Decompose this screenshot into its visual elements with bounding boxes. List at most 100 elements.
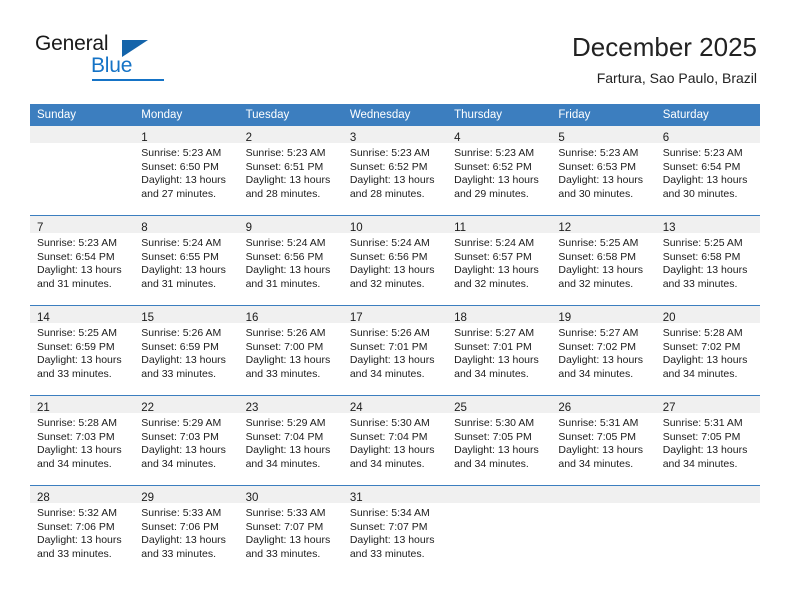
day-cell-body: 16 Sunrise: 5:26 AM Sunset: 7:00 PM Dayligh…: [238, 306, 343, 395]
calendar-day-cell[interactable]: 16 Sunrise: 5:26 AM Sunset: 7:00 PM Dayligh…: [238, 305, 343, 396]
day-number: 15: [141, 312, 155, 324]
calendar-day-cell[interactable]: 28 Sunrise: 5:32 AM Sunset: 7:06 PM Dayligh…: [30, 485, 135, 575]
day-number-band: 8: [134, 216, 239, 234]
daylight-duration-line2: and 33 minutes.: [37, 367, 112, 380]
day-sun-info: Sunrise: 5:30 AM Sunset: 7:04 PM Daylight:…: [343, 413, 447, 471]
daylight-duration-line1: Daylight: 13 hours: [245, 444, 331, 457]
sunrise-time: Sunrise: 5:30 AM: [454, 417, 535, 429]
calendar-day-cell[interactable]: 5 Sunrise: 5:23 AM Sunset: 6:53 PM Daylight…: [551, 126, 656, 216]
calendar-day-cell[interactable]: 25 Sunrise: 5:30 AM Sunset: 7:05 PM Dayligh…: [447, 395, 552, 486]
day-number-band: 30: [238, 486, 343, 504]
day-cell-body: 26 Sunrise: 5:31 AM Sunset: 7:05 PM Dayligh…: [551, 396, 656, 485]
calendar-day-cell[interactable]: 11 Sunrise: 5:24 AM Sunset: 6:57 PM Dayligh…: [447, 215, 552, 306]
daylight-duration-line1: Daylight: 13 hours: [454, 444, 539, 457]
day-number-band: 21: [30, 396, 135, 414]
calendar-day-cell[interactable]: 29 Sunrise: 5:33 AM Sunset: 7:06 PM Dayligh…: [134, 485, 239, 575]
day-number-band: 7: [30, 216, 135, 234]
day-number-band: 24: [342, 396, 448, 414]
day-number: 4: [454, 132, 461, 144]
calendar-day-cell[interactable]: 12 Sunrise: 5:25 AM Sunset: 6:58 PM Dayligh…: [551, 215, 656, 306]
calendar-week-row: 7 Sunrise: 5:23 AM Sunset: 6:54 PM Daylight…: [30, 215, 760, 306]
daylight-duration-line1: Daylight: 13 hours: [37, 354, 122, 367]
calendar-day-cell[interactable]: 13 Sunrise: 5:25 AM Sunset: 6:58 PM Dayligh…: [655, 215, 760, 306]
page-subtitle: Fartura, Sao Paulo, Brazil: [596, 70, 757, 86]
calendar-day-cell[interactable]: 31 Sunrise: 5:34 AM Sunset: 7:07 PM Dayligh…: [342, 485, 448, 575]
calendar-day-cell[interactable]: 15 Sunrise: 5:26 AM Sunset: 6:59 PM Dayligh…: [134, 305, 239, 396]
day-sun-info: Sunrise: 5:26 AM Sunset: 6:59 PM Daylight:…: [134, 323, 238, 381]
calendar-day-cell: [447, 485, 552, 575]
calendar-day-cell[interactable]: 20 Sunrise: 5:28 AM Sunset: 7:02 PM Dayligh…: [655, 305, 760, 396]
day-sun-info: Sunrise: 5:25 AM Sunset: 6:58 PM Daylight:…: [656, 233, 760, 291]
calendar-day-cell[interactable]: 2 Sunrise: 5:23 AM Sunset: 6:51 PM Daylight…: [238, 126, 343, 216]
day-number-band: 17: [342, 306, 448, 324]
day-cell-body: 12 Sunrise: 5:25 AM Sunset: 6:58 PM Dayligh…: [551, 216, 656, 305]
calendar-day-cell[interactable]: 17 Sunrise: 5:26 AM Sunset: 7:01 PM Dayligh…: [342, 305, 448, 396]
sunset-time: Sunset: 7:02 PM: [558, 340, 637, 353]
calendar-day-cell[interactable]: 18 Sunrise: 5:27 AM Sunset: 7:01 PM Dayligh…: [447, 305, 552, 396]
day-cell-body: 24 Sunrise: 5:30 AM Sunset: 7:04 PM Dayligh…: [342, 396, 448, 485]
day-number: 18: [454, 312, 467, 324]
day-cell-body: [447, 486, 552, 575]
day-sun-info: Sunrise: 5:23 AM Sunset: 6:53 PM Daylight:…: [551, 143, 655, 201]
day-cell-body: 5 Sunrise: 5:23 AM Sunset: 6:53 PM Daylight…: [551, 126, 656, 215]
day-number: 24: [349, 402, 363, 414]
calendar-day-cell[interactable]: 27 Sunrise: 5:31 AM Sunset: 7:05 PM Dayligh…: [655, 395, 760, 486]
calendar-day-cell[interactable]: 10 Sunrise: 5:24 AM Sunset: 6:56 PM Dayligh…: [342, 215, 448, 306]
calendar-week-row: 28 Sunrise: 5:32 AM Sunset: 7:06 PM Dayligh…: [30, 485, 760, 575]
day-cell-body: 15 Sunrise: 5:26 AM Sunset: 6:59 PM Dayligh…: [134, 306, 239, 395]
general-blue-logo[interactable]: General Blue: [35, 32, 235, 90]
daylight-duration-line2: and 28 minutes.: [349, 187, 425, 200]
day-sun-info: Sunrise: 5:26 AM Sunset: 7:01 PM Daylight:…: [343, 323, 447, 381]
daylight-duration-line1: Daylight: 13 hours: [349, 354, 435, 367]
daylight-duration-line1: Daylight: 13 hours: [349, 534, 435, 547]
day-sun-info: Sunrise: 5:29 AM Sunset: 7:03 PM Daylight:…: [134, 413, 238, 471]
daylight-duration-line1: Daylight: 13 hours: [245, 174, 331, 187]
sunset-time: Sunset: 6:54 PM: [37, 250, 115, 263]
daylight-duration-line1: Daylight: 13 hours: [454, 174, 539, 187]
day-number: 12: [558, 222, 572, 234]
calendar-day-cell[interactable]: 4 Sunrise: 5:23 AM Sunset: 6:52 PM Daylight…: [447, 126, 552, 216]
day-cell-body: 31 Sunrise: 5:34 AM Sunset: 7:07 PM Dayligh…: [342, 486, 448, 575]
calendar-day-cell[interactable]: 19 Sunrise: 5:27 AM Sunset: 7:02 PM Dayligh…: [551, 305, 656, 396]
day-number: 8: [141, 222, 148, 234]
calendar-day-cell[interactable]: 8 Sunrise: 5:24 AM Sunset: 6:55 PM Daylight…: [134, 215, 239, 306]
calendar-day-cell[interactable]: 6 Sunrise: 5:23 AM Sunset: 6:54 PM Daylight…: [655, 126, 760, 216]
calendar-day-cell[interactable]: 9 Sunrise: 5:24 AM Sunset: 6:56 PM Daylight…: [238, 215, 343, 306]
calendar-day-cell[interactable]: 7 Sunrise: 5:23 AM Sunset: 6:54 PM Daylight…: [30, 215, 135, 306]
day-cell-body: 6 Sunrise: 5:23 AM Sunset: 6:54 PM Daylight…: [655, 126, 760, 215]
day-number: 30: [245, 492, 259, 504]
daylight-duration-line1: Daylight: 13 hours: [349, 444, 435, 457]
day-number: 11: [454, 222, 467, 234]
day-number-band: 19: [551, 306, 656, 324]
sunrise-time: Sunrise: 5:28 AM: [662, 327, 743, 339]
sunrise-time: Sunrise: 5:23 AM: [141, 147, 222, 159]
calendar-day-cell[interactable]: 1 Sunrise: 5:23 AM Sunset: 6:50 PM Daylight…: [134, 126, 239, 216]
sunset-time: Sunset: 7:04 PM: [245, 430, 324, 443]
daylight-duration-line1: Daylight: 13 hours: [37, 534, 122, 547]
day-number-band: [551, 486, 656, 503]
day-number: 22: [141, 402, 155, 414]
day-number-band: 23: [238, 396, 343, 414]
day-sun-info: [447, 503, 551, 507]
daylight-duration-line1: Daylight: 13 hours: [558, 174, 644, 187]
day-cell-body: [655, 486, 760, 575]
calendar-day-cell[interactable]: 26 Sunrise: 5:31 AM Sunset: 7:05 PM Dayligh…: [551, 395, 656, 486]
sunset-time: Sunset: 7:04 PM: [349, 430, 428, 443]
sunset-time: Sunset: 7:02 PM: [662, 340, 741, 353]
day-cell-body: 3 Sunrise: 5:23 AM Sunset: 6:52 PM Daylight…: [342, 126, 448, 215]
sunrise-time: Sunrise: 5:30 AM: [349, 417, 430, 429]
daylight-duration-line2: and 34 minutes.: [349, 367, 425, 380]
day-sun-info: Sunrise: 5:25 AM Sunset: 6:59 PM Daylight:…: [30, 323, 134, 381]
calendar-day-cell[interactable]: 3 Sunrise: 5:23 AM Sunset: 6:52 PM Daylight…: [342, 126, 448, 216]
calendar-day-cell[interactable]: 24 Sunrise: 5:30 AM Sunset: 7:04 PM Dayligh…: [342, 395, 448, 486]
calendar-day-cell[interactable]: 21 Sunrise: 5:28 AM Sunset: 7:03 PM Dayligh…: [30, 395, 135, 486]
calendar-day-cell[interactable]: 14 Sunrise: 5:25 AM Sunset: 6:59 PM Dayligh…: [30, 305, 135, 396]
sunrise-time: Sunrise: 5:23 AM: [349, 147, 430, 159]
calendar-day-cell[interactable]: 30 Sunrise: 5:33 AM Sunset: 7:07 PM Dayligh…: [238, 485, 343, 575]
daylight-duration-line1: Daylight: 13 hours: [141, 174, 226, 187]
day-number-band: [30, 126, 135, 143]
day-number: 25: [454, 402, 467, 414]
calendar-day-cell[interactable]: 23 Sunrise: 5:29 AM Sunset: 7:04 PM Dayligh…: [238, 395, 343, 486]
calendar-day-cell[interactable]: 22 Sunrise: 5:29 AM Sunset: 7:03 PM Dayligh…: [134, 395, 239, 486]
day-number-band: 26: [551, 396, 656, 414]
